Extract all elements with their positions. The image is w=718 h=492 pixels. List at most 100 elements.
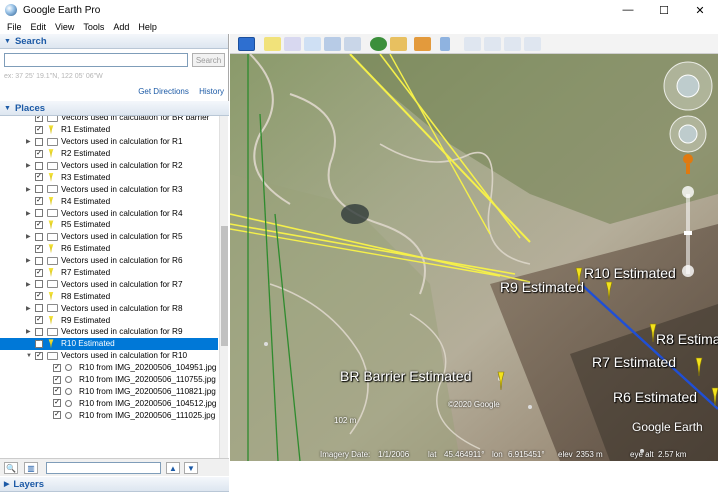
move-down-icon[interactable]: ▼: [184, 462, 198, 474]
minimize-button[interactable]: —: [610, 0, 646, 20]
add-image-overlay-icon[interactable]: [324, 37, 341, 51]
visibility-checkbox[interactable]: ✓: [53, 363, 61, 372]
folder-row[interactable]: ▶ Vectors used in calculation for R7: [0, 278, 218, 290]
folder-row[interactable]: ▼ ✓ Vectors used in calculation for R10: [0, 350, 218, 362]
ruler-icon[interactable]: [440, 37, 450, 51]
path-row[interactable]: ✓ R10 from IMG_20200506_104512.jpg: [0, 397, 218, 409]
placemark-row[interactable]: ✓ R6 Estimated: [0, 243, 218, 255]
visibility-checkbox[interactable]: ✓: [35, 351, 43, 360]
expand-arrow-icon[interactable]: ▶: [26, 257, 31, 264]
folder-row[interactable]: ✓ Vectors used in calculation for BR barr…: [0, 116, 218, 124]
visibility-checkbox[interactable]: ✓: [53, 387, 61, 396]
expand-arrow-icon[interactable]: ▶: [26, 186, 31, 193]
places-tree[interactable]: ✓ Vectors used in calculation for BR barr…: [0, 116, 229, 458]
expand-arrow-icon[interactable]: ▶: [26, 162, 31, 169]
path-row[interactable]: ✓ R10 from IMG_20200506_110755.jpg: [0, 374, 218, 386]
visibility-checkbox[interactable]: [35, 137, 43, 146]
add-placemark-icon[interactable]: [264, 37, 281, 51]
placemark-row[interactable]: ✓ R10 Estimated: [0, 337, 218, 350]
expand-arrow-icon[interactable]: ▶: [26, 210, 31, 217]
expand-arrow-icon[interactable]: ▶: [26, 138, 31, 145]
move-up-icon[interactable]: ▲: [166, 462, 180, 474]
collapse-arrow-icon[interactable]: ▼: [26, 353, 32, 359]
folder-row[interactable]: ▶ Vectors used in calculation for R3: [0, 183, 218, 195]
folder-row[interactable]: ▶ Vectors used in calculation for R8: [0, 302, 218, 314]
visibility-checkbox[interactable]: ✓: [35, 220, 43, 229]
visibility-checkbox[interactable]: [35, 232, 43, 241]
visibility-checkbox[interactable]: ✓: [35, 173, 43, 182]
visibility-checkbox[interactable]: [35, 161, 43, 170]
places-panel-header[interactable]: ▼ Places: [0, 101, 229, 116]
br-barrier-estimated-label[interactable]: BR Barrier Estimated: [340, 368, 471, 384]
visibility-checkbox[interactable]: [35, 185, 43, 194]
imagery-date-value[interactable]: 1/1/2006: [378, 450, 409, 459]
add-path-icon[interactable]: [304, 37, 321, 51]
get-directions-link[interactable]: Get Directions: [138, 87, 189, 96]
path-row[interactable]: ✓ R10 from IMG_20200506_104951.jpg: [0, 362, 218, 374]
places-filter-input[interactable]: [46, 462, 161, 474]
menu-view[interactable]: View: [55, 22, 74, 32]
placemark-row[interactable]: ✓ R1 Estimated: [0, 124, 218, 136]
historical-imagery-icon[interactable]: [370, 37, 387, 51]
path-row[interactable]: ✓ R10 from IMG_20200506_111025.jpg: [0, 409, 218, 421]
search-input[interactable]: [4, 53, 188, 67]
maximize-button[interactable]: ☐: [646, 0, 682, 20]
menu-add[interactable]: Add: [113, 22, 129, 32]
menu-help[interactable]: Help: [138, 22, 157, 32]
record-tour-icon[interactable]: [344, 37, 361, 51]
panel-toggle-icon[interactable]: ▥: [24, 462, 38, 474]
visibility-checkbox[interactable]: [35, 304, 43, 313]
visibility-checkbox[interactable]: ✓: [35, 244, 43, 253]
visibility-checkbox[interactable]: ✓: [35, 292, 43, 301]
switch-planet-icon[interactable]: [414, 37, 431, 51]
placemark-row[interactable]: ✓ R2 Estimated: [0, 148, 218, 160]
expand-arrow-icon[interactable]: ▶: [26, 328, 31, 335]
folder-row[interactable]: ▶ Vectors used in calculation for R5: [0, 231, 218, 243]
visibility-checkbox[interactable]: [35, 280, 43, 289]
scrollbar-thumb[interactable]: [221, 226, 228, 346]
layers-panel-header[interactable]: ▶ Layers: [0, 477, 229, 492]
visibility-checkbox[interactable]: ✓: [35, 197, 43, 206]
r8-estimated-label[interactable]: R8 Estimated: [656, 331, 718, 347]
r9-estimated-label[interactable]: R9 Estimated: [500, 279, 584, 295]
menu-edit[interactable]: Edit: [31, 22, 47, 32]
r10-estimated-label[interactable]: R10 Estimated: [584, 265, 676, 281]
placemark-row[interactable]: ✓ R4 Estimated: [0, 195, 218, 207]
folder-row[interactable]: ▶ Vectors used in calculation for R1: [0, 136, 218, 148]
placemark-row[interactable]: ✓ R5 Estimated: [0, 219, 218, 231]
sunlight-icon[interactable]: [390, 37, 407, 51]
sidebar-toggle-icon[interactable]: [238, 37, 255, 51]
visibility-checkbox[interactable]: [35, 209, 43, 218]
places-scrollbar[interactable]: [219, 116, 228, 458]
email-icon[interactable]: [464, 37, 481, 51]
map-view[interactable]: R10 Estimated R9 Estimated R8 Estimated …: [230, 54, 718, 461]
menu-tools[interactable]: Tools: [83, 22, 104, 32]
folder-row[interactable]: ▶ Vectors used in calculation for R6: [0, 255, 218, 267]
r7-estimated-label[interactable]: R7 Estimated: [592, 354, 676, 370]
save-image-icon[interactable]: [504, 37, 521, 51]
visibility-checkbox[interactable]: ✓: [35, 316, 43, 325]
expand-arrow-icon[interactable]: ▶: [26, 281, 31, 288]
visibility-checkbox[interactable]: ✓: [35, 149, 43, 158]
add-polygon-icon[interactable]: [284, 37, 301, 51]
placemark-row[interactable]: ✓ R9 Estimated: [0, 314, 218, 326]
close-button[interactable]: ✕: [682, 0, 718, 20]
visibility-checkbox[interactable]: ✓: [35, 125, 43, 134]
visibility-checkbox[interactable]: ✓: [53, 399, 61, 408]
visibility-checkbox[interactable]: ✓: [35, 268, 43, 277]
placemark-row[interactable]: ✓ R3 Estimated: [0, 171, 218, 183]
folder-row[interactable]: ▶ Vectors used in calculation for R9: [0, 326, 218, 338]
search-places-icon[interactable]: 🔍: [4, 462, 18, 474]
search-panel-header[interactable]: ▼ Search: [0, 34, 228, 49]
folder-row[interactable]: ▶ Vectors used in calculation for R2: [0, 160, 218, 172]
visibility-checkbox[interactable]: [35, 256, 43, 265]
expand-arrow-icon[interactable]: ▶: [26, 233, 31, 240]
view-in-maps-icon[interactable]: [524, 37, 541, 51]
visibility-checkbox[interactable]: ✓: [35, 116, 43, 122]
history-link[interactable]: History: [199, 87, 224, 96]
placemark-row[interactable]: ✓ R8 Estimated: [0, 290, 218, 302]
placemark-row[interactable]: ✓ R7 Estimated: [0, 267, 218, 279]
path-row[interactable]: ✓ R10 from IMG_20200506_110821.jpg: [0, 385, 218, 397]
print-icon[interactable]: [484, 37, 501, 51]
visibility-checkbox[interactable]: [35, 327, 43, 336]
